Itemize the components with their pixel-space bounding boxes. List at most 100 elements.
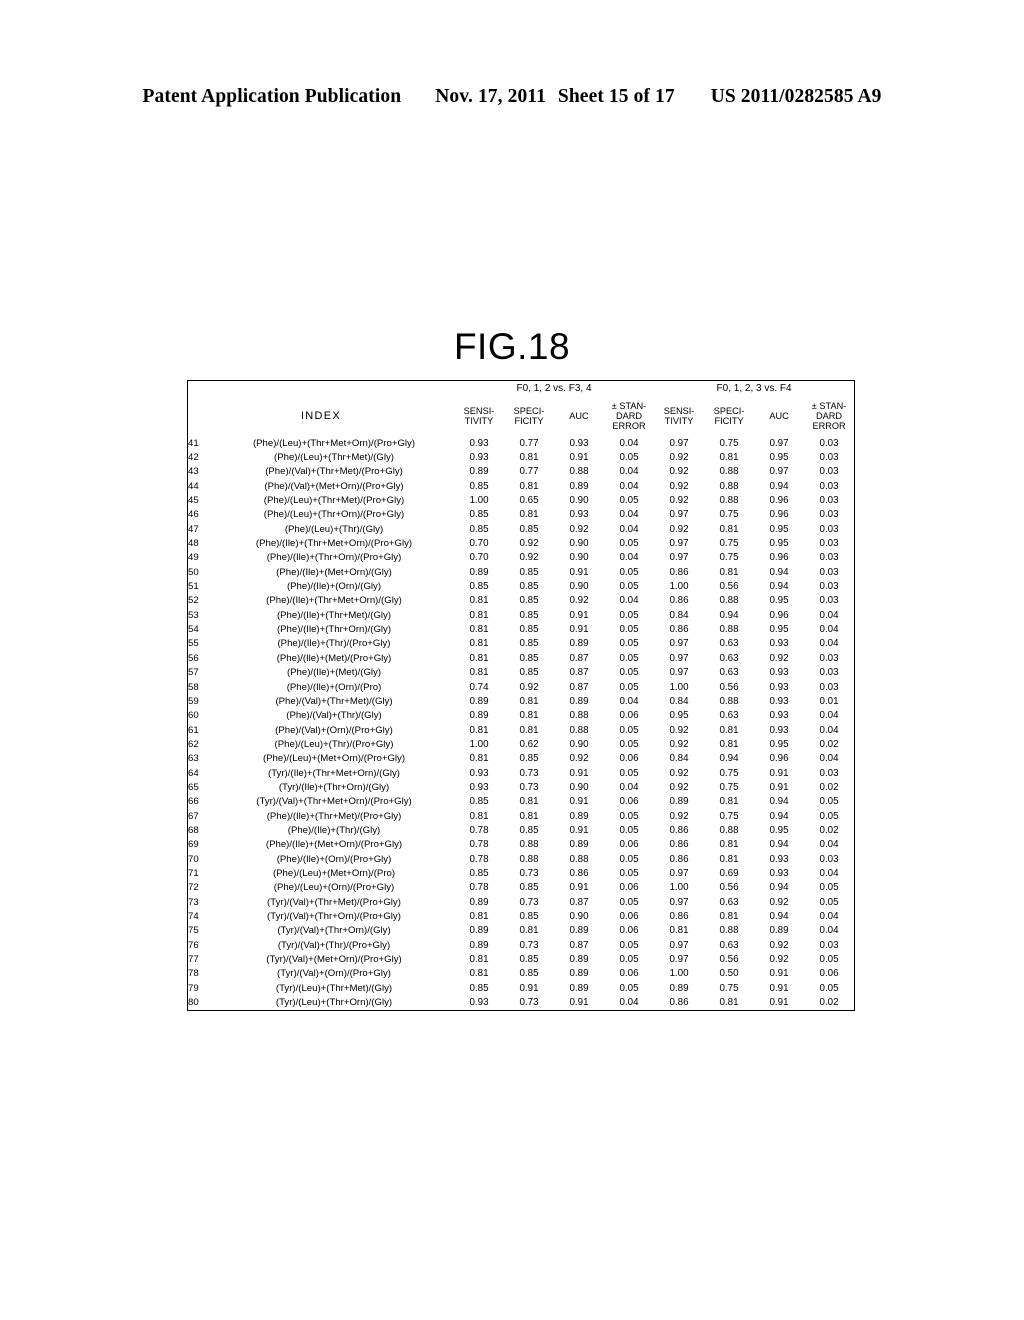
cell-sensitivity-g2: 0.92	[669, 724, 689, 736]
cell-auc-g2: 0.91	[769, 982, 789, 994]
cell-stderr-g1: 0.05	[619, 824, 639, 836]
cell-stderr-g1: 0.05	[619, 566, 639, 578]
cell-specificity-g1: 0.85	[519, 595, 539, 607]
row-index: 79	[188, 982, 199, 994]
cell-auc-g1: 0.91	[569, 609, 589, 621]
row-index-formula: (Tyr)/(Val)+(Thr+Orn)/(Gly)	[277, 925, 391, 937]
row-index-formula: (Tyr)/(Ile)+(Thr+Orn)/(Gly)	[278, 781, 390, 793]
cell-specificity-g2: 0.63	[719, 638, 739, 650]
cell-auc-g2: 0.93	[769, 867, 789, 879]
cell-specificity-g1: 0.73	[519, 896, 539, 908]
header-spacer	[188, 381, 454, 396]
cell-sensitivity-g2: 0.92	[669, 523, 689, 535]
cell-specificity-g1: 0.85	[519, 566, 539, 578]
cell-auc-g2: 0.92	[769, 896, 789, 908]
row-index: 52	[188, 595, 199, 607]
cell-auc-g1: 0.93	[569, 437, 589, 449]
cell-auc-g2: 0.89	[769, 925, 789, 937]
cell-specificity-g2: 0.69	[719, 867, 739, 879]
cell-specificity-g2: 0.56	[719, 954, 739, 966]
row-index-formula: (Phe)/(Leu)+(Thr+Met)/(Pro+Gly)	[263, 495, 405, 507]
cell-specificity-g2: 0.88	[719, 695, 739, 707]
row-index-formula: (Tyr)/(Val)+(Thr)/(Pro+Gly)	[277, 939, 391, 951]
cell-specificity-g2: 0.81	[719, 796, 739, 808]
cell-auc-g2: 0.95	[769, 624, 789, 636]
cell-stderr-g2: 0.03	[819, 853, 839, 865]
table-row: 80 (Tyr)/(Leu)+(Thr+Orn)/(Gly) 0.93 0.73 0.9…	[188, 995, 854, 1009]
cell-sensitivity-g2: 0.95	[669, 710, 689, 722]
cell-auc-g2: 0.91	[769, 968, 789, 980]
cell-specificity-g1: 0.73	[519, 767, 539, 779]
row-index: 46	[188, 509, 199, 521]
row-index: 45	[188, 495, 199, 507]
table-row: 70 (Phe)/(Ile)+(Orn)/(Pro+Gly) 0.78 0.88 0.8…	[188, 852, 854, 866]
cell-auc-g2: 0.91	[769, 781, 789, 793]
cell-stderr-g2: 0.03	[819, 538, 839, 550]
row-index: 70	[188, 853, 199, 865]
cell-specificity-g1: 0.62	[519, 738, 539, 750]
row-index: 59	[188, 695, 199, 707]
table-row: 66 (Tyr)/(Val)+(Thr+Met+Orn)/(Pro+Gly) 0.8…	[188, 795, 854, 809]
row-index: 42	[188, 452, 199, 464]
cell-sensitivity-g1: 0.85	[469, 523, 489, 535]
cell-auc-g2: 0.94	[769, 882, 789, 894]
cell-stderr-g2: 0.03	[819, 767, 839, 779]
cell-auc-g1: 0.90	[569, 495, 589, 507]
table-row: 72 (Phe)/(Leu)+(Orn)/(Pro+Gly) 0.78 0.85 0.9…	[188, 881, 854, 895]
row-index-formula: (Phe)/(Ile)+(Thr)/(Pro+Gly)	[277, 638, 391, 650]
table-row: 45 (Phe)/(Leu)+(Thr+Met)/(Pro+Gly) 1.00 0.6…	[188, 493, 854, 507]
cell-stderr-g1: 0.05	[619, 609, 639, 621]
figure-title: FIG.18	[453, 326, 571, 367]
cell-auc-g2: 0.94	[769, 810, 789, 822]
cell-sensitivity-g1: 0.81	[469, 753, 489, 765]
cell-specificity-g2: 0.88	[719, 925, 739, 937]
cell-stderr-g1: 0.05	[619, 652, 639, 664]
cell-auc-g2: 0.92	[769, 652, 789, 664]
cell-specificity-g2: 0.75	[719, 538, 739, 550]
row-index-formula: (Tyr)/(Leu)+(Thr+Met)/(Gly)	[275, 982, 393, 994]
cell-specificity-g2: 0.75	[719, 552, 739, 564]
cell-auc-g1: 0.89	[569, 695, 589, 707]
cell-specificity-g2: 0.50	[719, 968, 739, 980]
cell-specificity-g1: 0.65	[519, 495, 539, 507]
publication-date: Nov. 17, 2011	[435, 86, 546, 107]
cell-specificity-g2: 0.88	[719, 466, 739, 478]
cell-stderr-g1: 0.06	[619, 710, 639, 722]
cell-auc-g1: 0.89	[569, 810, 589, 822]
cell-sensitivity-g2: 0.92	[669, 495, 689, 507]
table-row: 78 (Tyr)/(Val)+(Orn)/(Pro+Gly) 0.81 0.85 0.8…	[188, 967, 854, 981]
cell-specificity-g2: 0.75	[719, 509, 739, 521]
table-row: 61 (Phe)/(Val)+(Orn)/(Pro+Gly) 0.81 0.81 0.8…	[188, 723, 854, 737]
row-index: 76	[188, 939, 199, 951]
row-index: 72	[188, 882, 199, 894]
cell-sensitivity-g1: 0.89	[469, 710, 489, 722]
cell-auc-g1: 0.88	[569, 710, 589, 722]
row-index: 41	[188, 437, 199, 449]
cell-sensitivity-g1: 0.81	[469, 968, 489, 980]
table-row: 59 (Phe)/(Val)+(Thr+Met)/(Gly) 0.89 0.81 0.8…	[188, 694, 854, 708]
cell-specificity-g1: 0.77	[519, 437, 539, 449]
patent-number: US 2011/0282585 A9	[710, 86, 882, 107]
cell-sensitivity-g1: 0.89	[469, 466, 489, 478]
cell-sensitivity-g1: 0.78	[469, 853, 489, 865]
table-row: 42 (Phe)/(Leu)+(Thr+Met)/(Gly) 0.93 0.81 0.9…	[188, 450, 854, 464]
row-index-formula: (Phe)/(Ile)+(Orn)/(Pro)	[286, 681, 382, 693]
table-row: 75 (Tyr)/(Val)+(Thr+Orn)/(Gly) 0.89 0.81 0.8…	[188, 924, 854, 938]
cell-sensitivity-g2: 0.97	[669, 896, 689, 908]
cell-sensitivity-g2: 0.97	[669, 867, 689, 879]
cell-stderr-g1: 0.04	[619, 523, 639, 535]
cell-auc-g1: 0.88	[569, 853, 589, 865]
cell-specificity-g2: 0.75	[719, 810, 739, 822]
metric-line-2: FICITY	[514, 416, 544, 426]
row-index: 53	[188, 609, 199, 621]
cell-sensitivity-g1: 0.81	[469, 638, 489, 650]
cell-specificity-g2: 0.63	[719, 667, 739, 679]
cell-sensitivity-g1: 0.78	[469, 824, 489, 836]
cell-sensitivity-g2: 0.86	[669, 997, 689, 1009]
metric-line-2: DARD	[615, 410, 643, 421]
cell-stderr-g2: 0.03	[819, 667, 839, 679]
cell-specificity-g2: 0.63	[719, 710, 739, 722]
cell-stderr-g1: 0.06	[619, 925, 639, 937]
results-table-container: F0, 1, 2 vs. F3, 4 F0, 1, 2, 3 vs. F4 IN…	[187, 380, 855, 1011]
cell-stderr-g1: 0.04	[619, 509, 639, 521]
